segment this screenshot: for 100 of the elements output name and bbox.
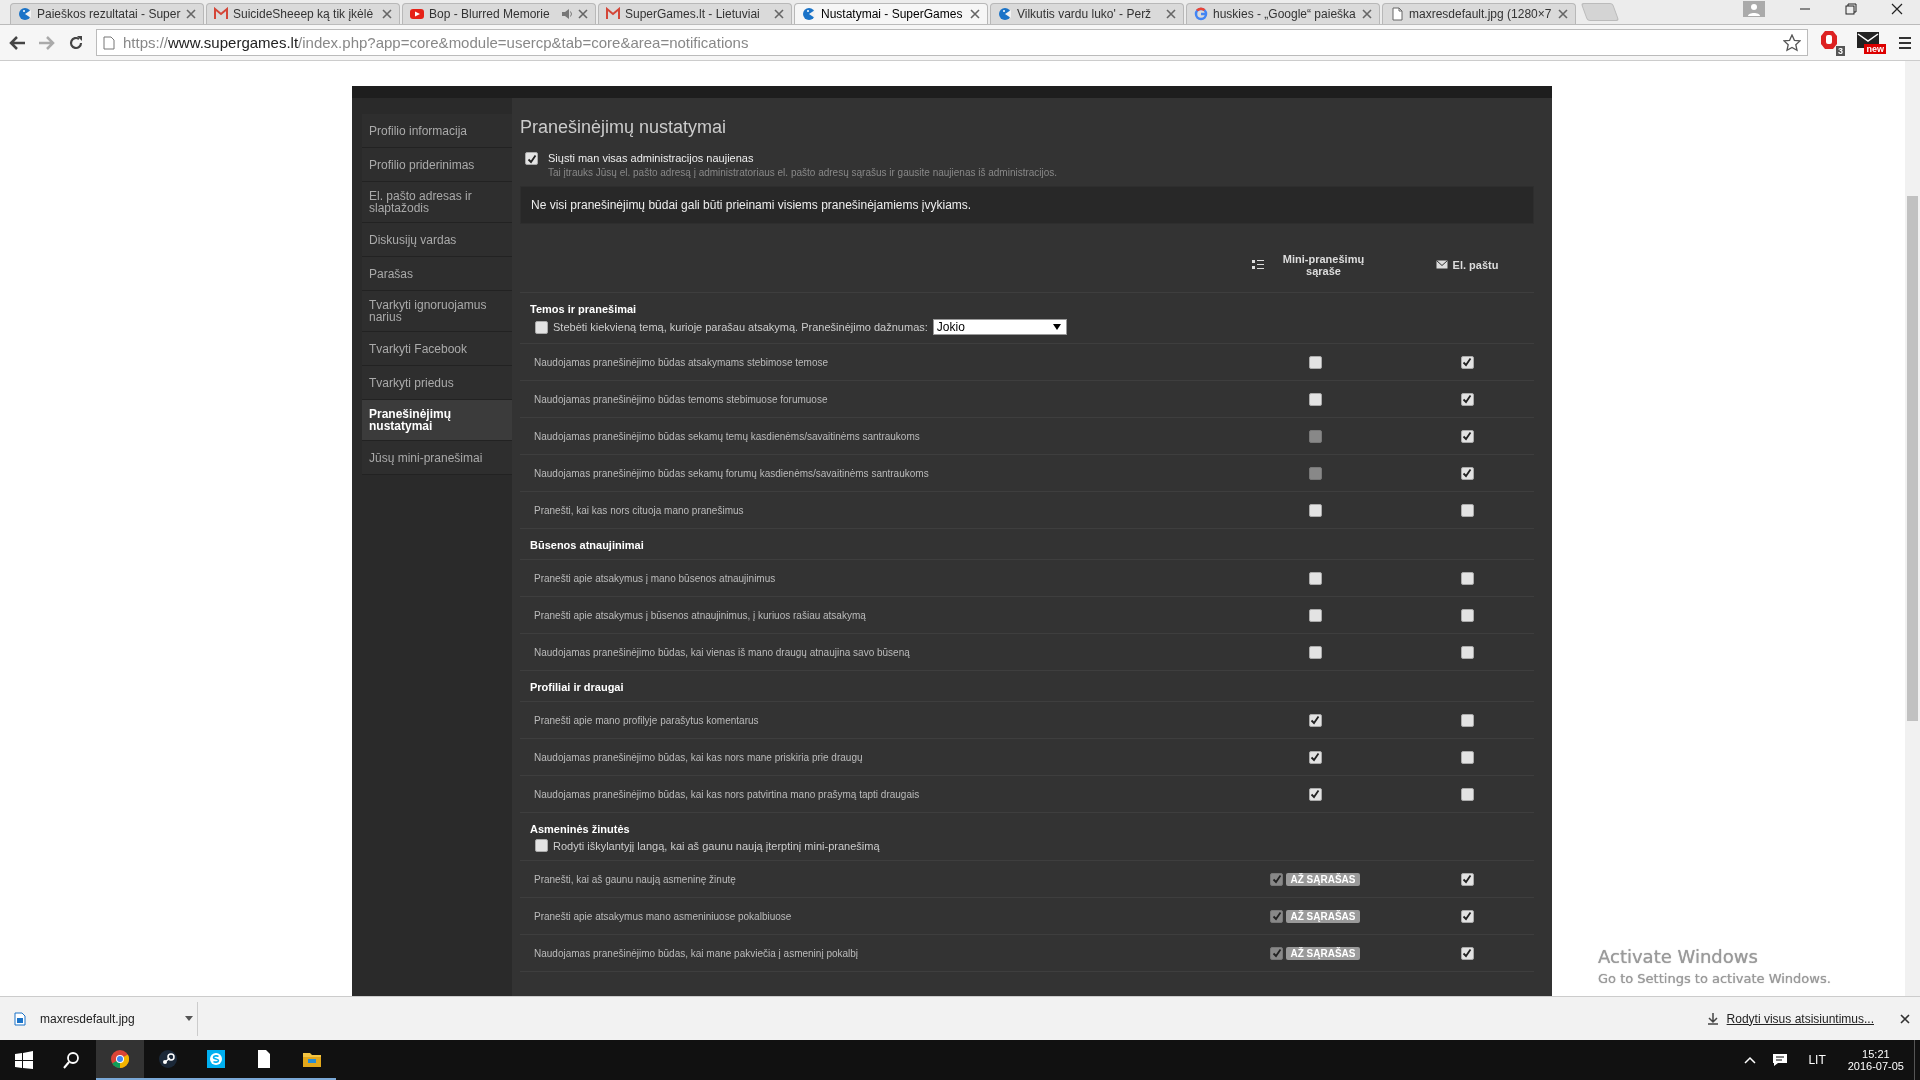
checkbox[interactable] xyxy=(1460,787,1474,801)
download-item[interactable]: maxresdefault.jpg xyxy=(8,1001,198,1036)
notification-icon[interactable] xyxy=(1772,1053,1789,1067)
browser-tab[interactable]: SuicideSheeep ką tik įkėlė xyxy=(206,3,400,24)
checkbox[interactable] xyxy=(1308,571,1322,585)
group-heading: Profiliai ir draugai xyxy=(530,681,625,693)
list-icon xyxy=(1251,259,1264,270)
activation-hint: Go to Settings to activate Windows. xyxy=(1598,971,1831,986)
group-heading: Būsenos atnaujinimai xyxy=(530,539,645,551)
setting-label: Naudojamas pranešinėjimo būdas, kai kas nors patvirtina mano prašymą tapti draugais xyxy=(534,788,921,800)
sidebar-item[interactable]: Diskusijų vardas xyxy=(362,223,512,257)
group-heading: Asmeninės žinutės xyxy=(530,823,631,835)
sidebar-item[interactable]: Profilio priderinimas xyxy=(362,148,512,182)
group-heading: Temos ir pranešimai xyxy=(530,303,638,315)
extension-badge: new xyxy=(1864,43,1886,54)
url-text: https://www.supergames.lt/index.php?app=core&module=usercp&tab=core&area=notifications xyxy=(123,34,750,51)
checkbox[interactable] xyxy=(1460,466,1474,480)
clock-time[interactable]: 15:21 xyxy=(1862,1048,1890,1060)
setting-label: Naudojamas pranešinėjimo būdas, kai mane pakviečia į asmeninį pokalbį xyxy=(534,947,860,959)
section-title: Pranešinėjimų nustatymai xyxy=(520,117,728,138)
checkbox[interactable] xyxy=(1460,503,1474,517)
close-icon[interactable] xyxy=(1891,3,1903,15)
list-badge: AŽ SĄRAŠAS xyxy=(1286,946,1360,960)
checkbox[interactable] xyxy=(1460,909,1474,923)
sidebar-item[interactable]: Parašas xyxy=(362,257,512,291)
show-all-downloads-link[interactable]: Rodyti visus atsisiuntimus... xyxy=(1726,1011,1874,1026)
menu-icon[interactable] xyxy=(1898,35,1912,50)
checkbox[interactable] xyxy=(1460,872,1474,886)
crescent-icon xyxy=(998,7,1012,21)
extension-button[interactable]: new xyxy=(1857,31,1886,54)
mail-icon xyxy=(606,7,620,21)
checkbox[interactable] xyxy=(1460,713,1474,727)
checkbox[interactable] xyxy=(1460,645,1474,659)
checkbox[interactable] xyxy=(1308,608,1322,622)
checkbox[interactable] xyxy=(525,152,538,165)
folder-icon xyxy=(303,1050,321,1068)
clock-date[interactable]: 2016-07-05 xyxy=(1847,1060,1904,1072)
chevron-up-icon[interactable] xyxy=(1744,1056,1757,1064)
browser-tab[interactable]: Vilkutis vardu luko' - Perž xyxy=(990,3,1184,24)
dropdown-arrow-icon xyxy=(1052,324,1061,330)
checkbox[interactable] xyxy=(1460,946,1474,960)
checkbox[interactable] xyxy=(1308,392,1322,406)
download-icon xyxy=(1706,1012,1719,1025)
checkbox[interactable] xyxy=(1308,355,1322,369)
extension-button[interactable]: 3 xyxy=(1820,29,1845,56)
setting-label: Naudojamas pranešinėjimo būdas temoms stebimuose forumuose xyxy=(534,393,829,405)
checkbox[interactable] xyxy=(535,320,548,334)
language-indicator[interactable]: LIT xyxy=(1808,1053,1826,1067)
checkbox[interactable] xyxy=(1460,355,1474,369)
restore-icon[interactable] xyxy=(1845,3,1857,15)
windows-icon xyxy=(15,1051,33,1069)
checkbox[interactable] xyxy=(1460,392,1474,406)
setting-label: Pranešti apie atsakymus į būsenos atnaujinimus, į kuriuos rašiau atsakymą xyxy=(534,609,867,621)
notice-message: Ne visi pranešinėjimų būdai gali būti prieinami visiems pranešinėjamiems įvykiams. xyxy=(520,186,1534,224)
caret-icon[interactable] xyxy=(185,1016,193,1021)
ring-icon xyxy=(1194,7,1208,21)
address-bar[interactable]: https://www.supergames.lt/index.php?app=core&module=usercp&tab=core&area=notifications xyxy=(96,29,1808,56)
stop-hand-icon xyxy=(1820,29,1838,50)
close-icon[interactable] xyxy=(1900,1013,1910,1024)
setting-label: Naudojamas pranešinėjimo būdas sekamų forumų kasdienėms/savaitinėms santraukoms xyxy=(534,467,930,479)
browser-tab[interactable]: huskies - „Google“ paieška xyxy=(1186,3,1380,24)
column-header: Mini-pranešimų sąraše xyxy=(1281,252,1366,277)
option-label: Rodyti iškylantyjį langą, kai aš gaunu naują įterptinį mini-pranešimą xyxy=(553,839,880,852)
checkbox[interactable] xyxy=(1308,750,1322,764)
setting-label: Pranešti apie mano profilyje parašytus komentarus xyxy=(534,714,760,726)
option-label: Siųsti man visas administracijos naujienas xyxy=(548,152,755,164)
envelope-icon xyxy=(1857,31,1879,48)
checkbox[interactable] xyxy=(1308,787,1322,801)
frequency-dropdown[interactable]: Jokio xyxy=(932,319,1067,335)
checkbox[interactable] xyxy=(535,839,548,852)
sidebar-item[interactable]: Jūsų mini-pranešimai xyxy=(362,441,512,475)
checkbox[interactable] xyxy=(1460,429,1474,443)
setting-label: Pranešti apie atsakymus į mano būsenos atnaujinimus xyxy=(534,572,777,584)
sidebar-item[interactable]: Tvarkyti ignoruojamus narius xyxy=(362,291,512,332)
scrollbar-thumb[interactable] xyxy=(1907,196,1918,721)
checkbox[interactable] xyxy=(1308,713,1322,727)
checkbox[interactable] xyxy=(1460,608,1474,622)
checkbox[interactable] xyxy=(1460,750,1474,764)
sidebar-item[interactable]: Profilio informacija xyxy=(362,114,512,148)
checkbox[interactable] xyxy=(1460,571,1474,585)
browser-tab[interactable]: Nustatymai - SuperGames xyxy=(794,3,988,24)
sidebar-item[interactable]: Pranešinėjimų nustatymai xyxy=(362,400,512,441)
browser-tab[interactable]: Bop - Blurred Memorie xyxy=(402,3,596,24)
sidebar-item[interactable]: Tvarkyti Facebook xyxy=(362,332,512,366)
star-icon[interactable] xyxy=(1783,33,1801,52)
reload-icon[interactable] xyxy=(68,34,84,51)
browser-tab[interactable]: maxresdefault.jpg (1280×7 xyxy=(1382,3,1576,24)
setting-label: Naudojamas pranešinėjimo būdas atsakymams stebimose temose xyxy=(534,356,830,368)
image-file-icon xyxy=(14,1011,26,1026)
skype-icon xyxy=(207,1050,225,1068)
sidebar-item[interactable]: Tvarkyti priedus xyxy=(362,366,512,400)
checkbox[interactable] xyxy=(1308,503,1322,517)
checkbox[interactable] xyxy=(1308,645,1322,659)
scrollbar[interactable] xyxy=(1905,61,1920,996)
taskbar-button[interactable] xyxy=(96,1040,144,1080)
sidebar-item[interactable]: El. pašto adresas ir slaptažodis xyxy=(362,182,512,223)
back-icon[interactable] xyxy=(8,34,26,51)
browser-tab[interactable]: SuperGames.lt - Lietuviai xyxy=(598,3,792,24)
document-icon xyxy=(255,1050,273,1068)
browser-tab[interactable]: Paieškos rezultatai - Super xyxy=(10,3,204,24)
